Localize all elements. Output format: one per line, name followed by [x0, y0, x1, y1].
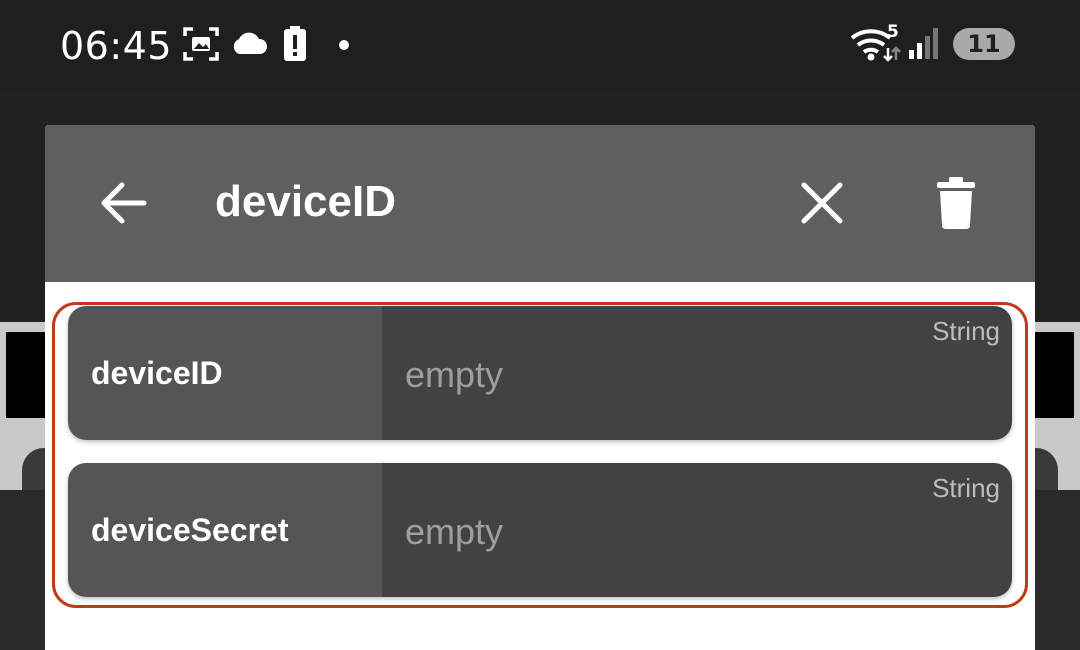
field-name: deviceSecret	[68, 463, 382, 597]
field-row-deviceid[interactable]: deviceID String empty	[68, 306, 1012, 440]
field-type-label: String	[932, 473, 1000, 503]
close-icon	[801, 182, 843, 229]
screenshot-icon	[182, 24, 220, 69]
delete-button[interactable]	[924, 173, 988, 237]
dialog-title: deviceID	[215, 177, 396, 226]
field-placeholder: empty	[405, 511, 504, 552]
back-button[interactable]	[91, 173, 155, 237]
signal-icon	[908, 26, 942, 65]
field-placeholder: empty	[405, 354, 504, 395]
edit-dialog: deviceID deviceID String empty deviceSec…	[45, 125, 1035, 650]
battery-level: 11	[953, 28, 1015, 60]
field-name: deviceID	[68, 306, 382, 440]
wifi-badge: 5	[887, 22, 899, 42]
dialog-header: deviceID	[45, 125, 1035, 282]
field-type-label: String	[932, 316, 1000, 346]
delete-icon	[936, 176, 976, 234]
cloud-icon	[230, 30, 268, 61]
status-bar: 06:45 5 11	[0, 0, 1080, 90]
dot-icon	[338, 38, 350, 56]
field-value-input[interactable]: String empty	[382, 463, 1012, 597]
field-value-input[interactable]: String empty	[382, 306, 1012, 440]
back-arrow-icon	[98, 181, 148, 230]
status-time: 06:45	[60, 24, 173, 68]
field-row-devicesecret[interactable]: deviceSecret String empty	[68, 463, 1012, 597]
battery-alert-icon	[283, 26, 307, 67]
close-button[interactable]	[790, 173, 854, 237]
